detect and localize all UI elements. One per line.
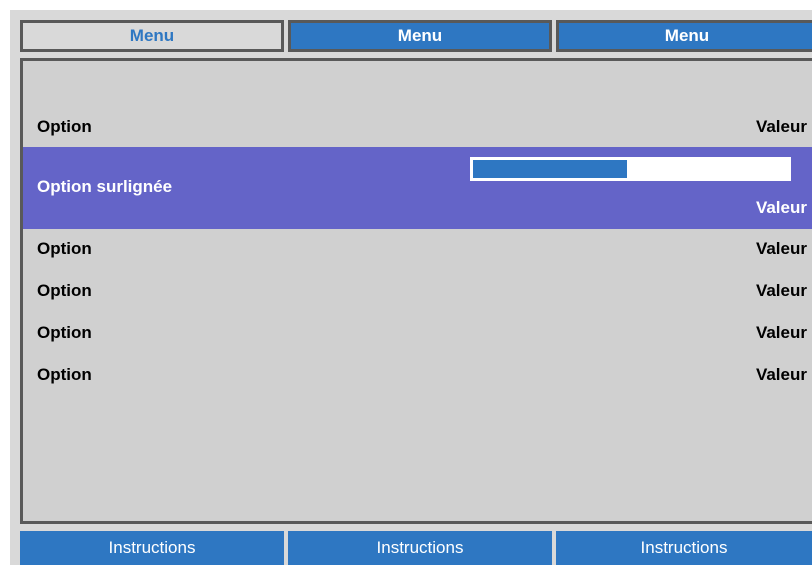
instructions-button-1[interactable]: Instructions — [20, 531, 284, 565]
option-value: Valeur — [755, 198, 807, 217]
option-value: Valeur — [755, 239, 807, 258]
option-value: Valeur — [755, 365, 807, 384]
option-label: Option surlignée — [37, 177, 173, 196]
option-label: Option — [37, 365, 92, 384]
option-row-highlighted[interactable]: Option surlignée Valeur — [23, 147, 812, 229]
option-value: Valeur — [755, 117, 807, 136]
instructions-button-3[interactable]: Instructions — [556, 531, 812, 565]
slider-fill — [473, 160, 627, 178]
option-label: Option — [37, 117, 92, 136]
option-label: Option — [37, 323, 92, 342]
option-value: Valeur — [755, 281, 807, 300]
tab-menu-2[interactable]: Menu — [288, 20, 552, 52]
instructions-button-2[interactable]: Instructions — [288, 531, 552, 565]
tab-menu-3[interactable]: Menu — [556, 20, 812, 52]
option-label: Option — [37, 281, 92, 300]
option-value: Valeur — [755, 323, 807, 342]
value-slider[interactable] — [468, 155, 793, 183]
options-panel: Option Valeur Option surlignée Valeur Op… — [20, 58, 812, 524]
option-label: Option — [37, 239, 92, 258]
tab-menu-1[interactable]: Menu — [20, 20, 284, 52]
